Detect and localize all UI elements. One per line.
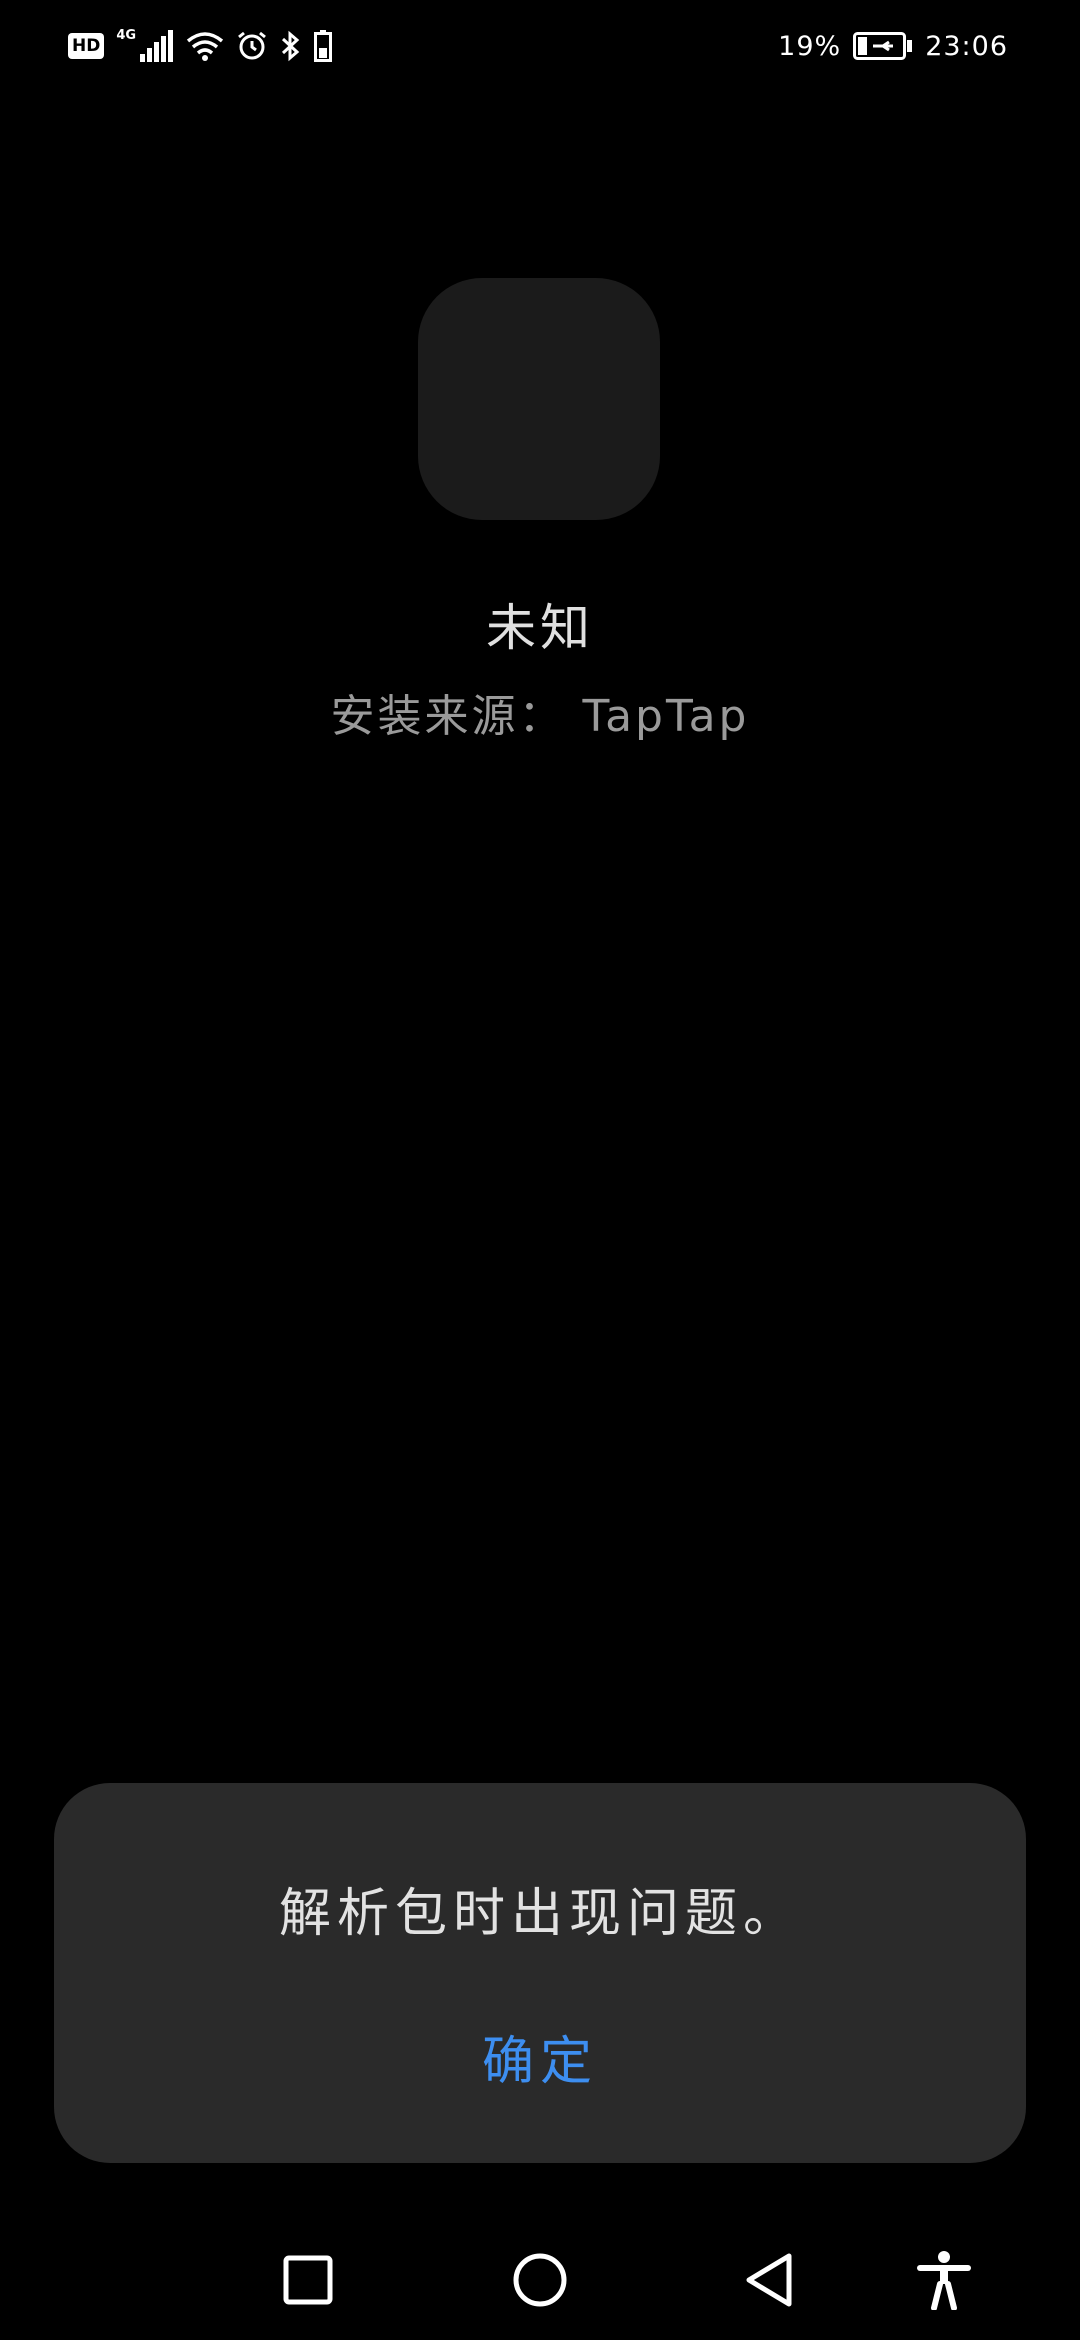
- battery-percent: 19%: [778, 30, 842, 62]
- network-type-label: 4G: [116, 28, 137, 43]
- confirm-button[interactable]: 确定: [440, 2013, 640, 2099]
- navigation-bar: [0, 2220, 1080, 2340]
- dialog-message: 解析包时出现问题。: [278, 1884, 801, 1944]
- app-name: 未知: [486, 599, 594, 657]
- bluetooth-icon: [280, 30, 302, 62]
- install-source-label: 安装来源： TapTap: [330, 691, 750, 742]
- status-right-group: 19% 23:06: [778, 26, 1008, 66]
- error-dialog: 解析包时出现问题。 确定: [54, 1783, 1026, 2163]
- battery-small-icon: [314, 30, 333, 62]
- recents-square-icon[interactable]: [248, 2220, 368, 2340]
- signal-icon: [140, 30, 174, 62]
- app-icon-placeholder: [418, 278, 660, 520]
- battery-charging-icon: [853, 32, 913, 60]
- back-triangle-icon[interactable]: [708, 2220, 828, 2340]
- status-left-group: HD 4G: [68, 26, 333, 66]
- alarm-icon: [236, 30, 268, 62]
- wifi-icon: [186, 31, 224, 61]
- home-circle-icon[interactable]: [480, 2220, 600, 2340]
- clock-time: 23:06: [925, 30, 1008, 62]
- accessibility-icon[interactable]: [884, 2220, 1004, 2340]
- hd-badge: HD: [68, 33, 105, 59]
- status-bar: HD 4G 19% 23:06: [0, 0, 1080, 92]
